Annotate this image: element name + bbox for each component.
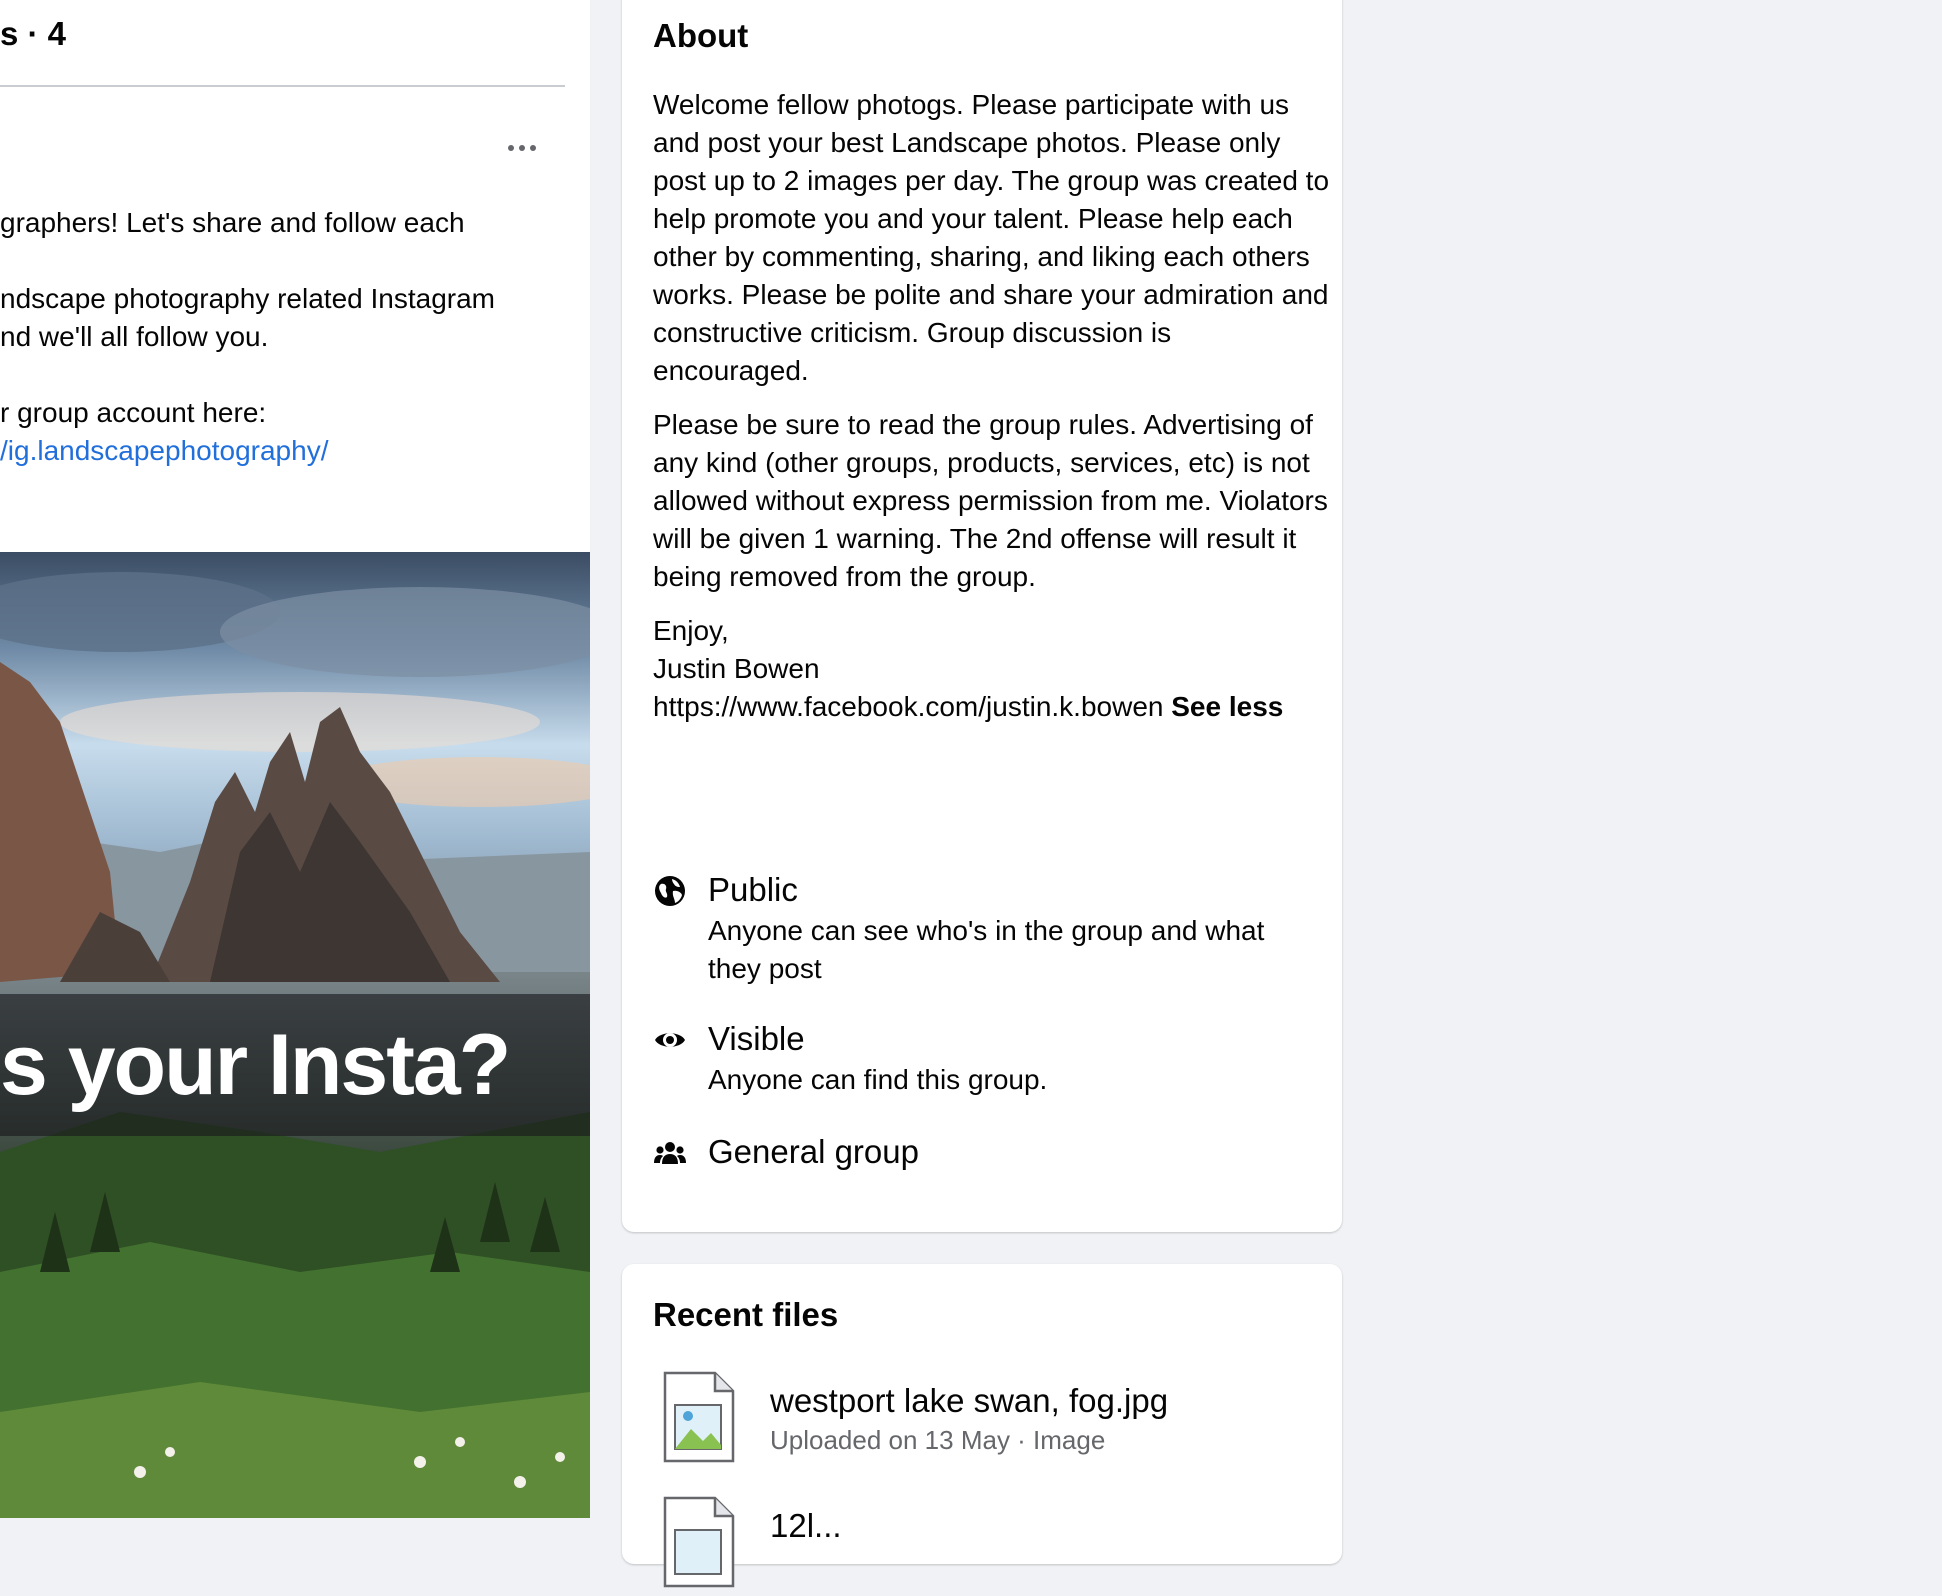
- more-dot-icon: [519, 145, 525, 151]
- privacy-info: Public Anyone can see who's in the group…: [653, 868, 1313, 988]
- about-paragraph: Please be sure to read the group rules. …: [653, 409, 1328, 592]
- group-type-title: General group: [708, 1133, 919, 1170]
- more-dot-icon: [508, 145, 514, 151]
- featured-section-title: s · 4: [0, 15, 67, 52]
- privacy-description: Anyone can see who's in the group and wh…: [708, 915, 1265, 984]
- instagram-link[interactable]: /ig.landscapephotography/: [0, 435, 328, 466]
- recent-files-title: Recent files: [653, 1296, 839, 1333]
- about-title: About: [653, 17, 749, 54]
- post-image[interactable]: s your Insta?: [0, 552, 590, 1518]
- about-card: About Welcome fellow photogs. Please par…: [622, 0, 1342, 1232]
- post-text-line: ndscape photography related Instagram: [0, 283, 495, 314]
- globe-icon: [655, 876, 685, 906]
- visibility-title: Visible: [708, 1020, 805, 1057]
- eye-icon: [655, 1033, 685, 1047]
- post-text-line: graphers! Let's share and follow each: [0, 207, 465, 238]
- file-meta: Uploaded on 13 May · Image: [770, 1425, 1106, 1455]
- file-item[interactable]: 12l...: [653, 1496, 1313, 1596]
- image-file-icon: [663, 1371, 735, 1463]
- signoff-line: Justin Bowen: [653, 653, 820, 684]
- file-item[interactable]: westport lake swan, fog.jpg Uploaded on …: [653, 1371, 1313, 1471]
- post-text-line: nd we'll all follow you.: [0, 321, 269, 352]
- about-paragraph: Welcome fellow photogs. Please participa…: [653, 89, 1330, 386]
- post-text-line: r group account here:: [0, 397, 267, 428]
- see-less-button[interactable]: See less: [1171, 691, 1283, 722]
- post-text: graphers! Let's share and follow each nd…: [0, 204, 580, 470]
- signoff-line: Enjoy,: [653, 615, 729, 646]
- visibility-info: Visible Anyone can find this group.: [653, 1017, 1313, 1107]
- people-icon: [654, 1142, 686, 1164]
- post-options-button[interactable]: [500, 128, 544, 168]
- file-name[interactable]: 12l...: [770, 1504, 842, 1548]
- about-signoff: Enjoy, Justin Bowen https://www.facebook…: [653, 612, 1333, 726]
- divider: [0, 85, 565, 87]
- image-file-icon: [663, 1496, 735, 1588]
- image-banner-text: s your Insta?: [0, 1017, 511, 1113]
- group-type-info: General group: [653, 1130, 1313, 1180]
- recent-files-card: Recent files westport lake swan, fog.jpg…: [622, 1264, 1342, 1588]
- file-name[interactable]: westport lake swan, fog.jpg: [770, 1379, 1168, 1423]
- privacy-title: Public: [708, 871, 798, 908]
- featured-post-card: s · 4 graphers! Let's share and follow e…: [0, 0, 590, 1518]
- more-dot-icon: [530, 145, 536, 151]
- visibility-description: Anyone can find this group.: [708, 1064, 1048, 1095]
- about-description: Welcome fellow photogs. Please participa…: [653, 86, 1333, 726]
- admin-profile-url[interactable]: https://www.facebook.com/justin.k.bowen: [653, 691, 1163, 722]
